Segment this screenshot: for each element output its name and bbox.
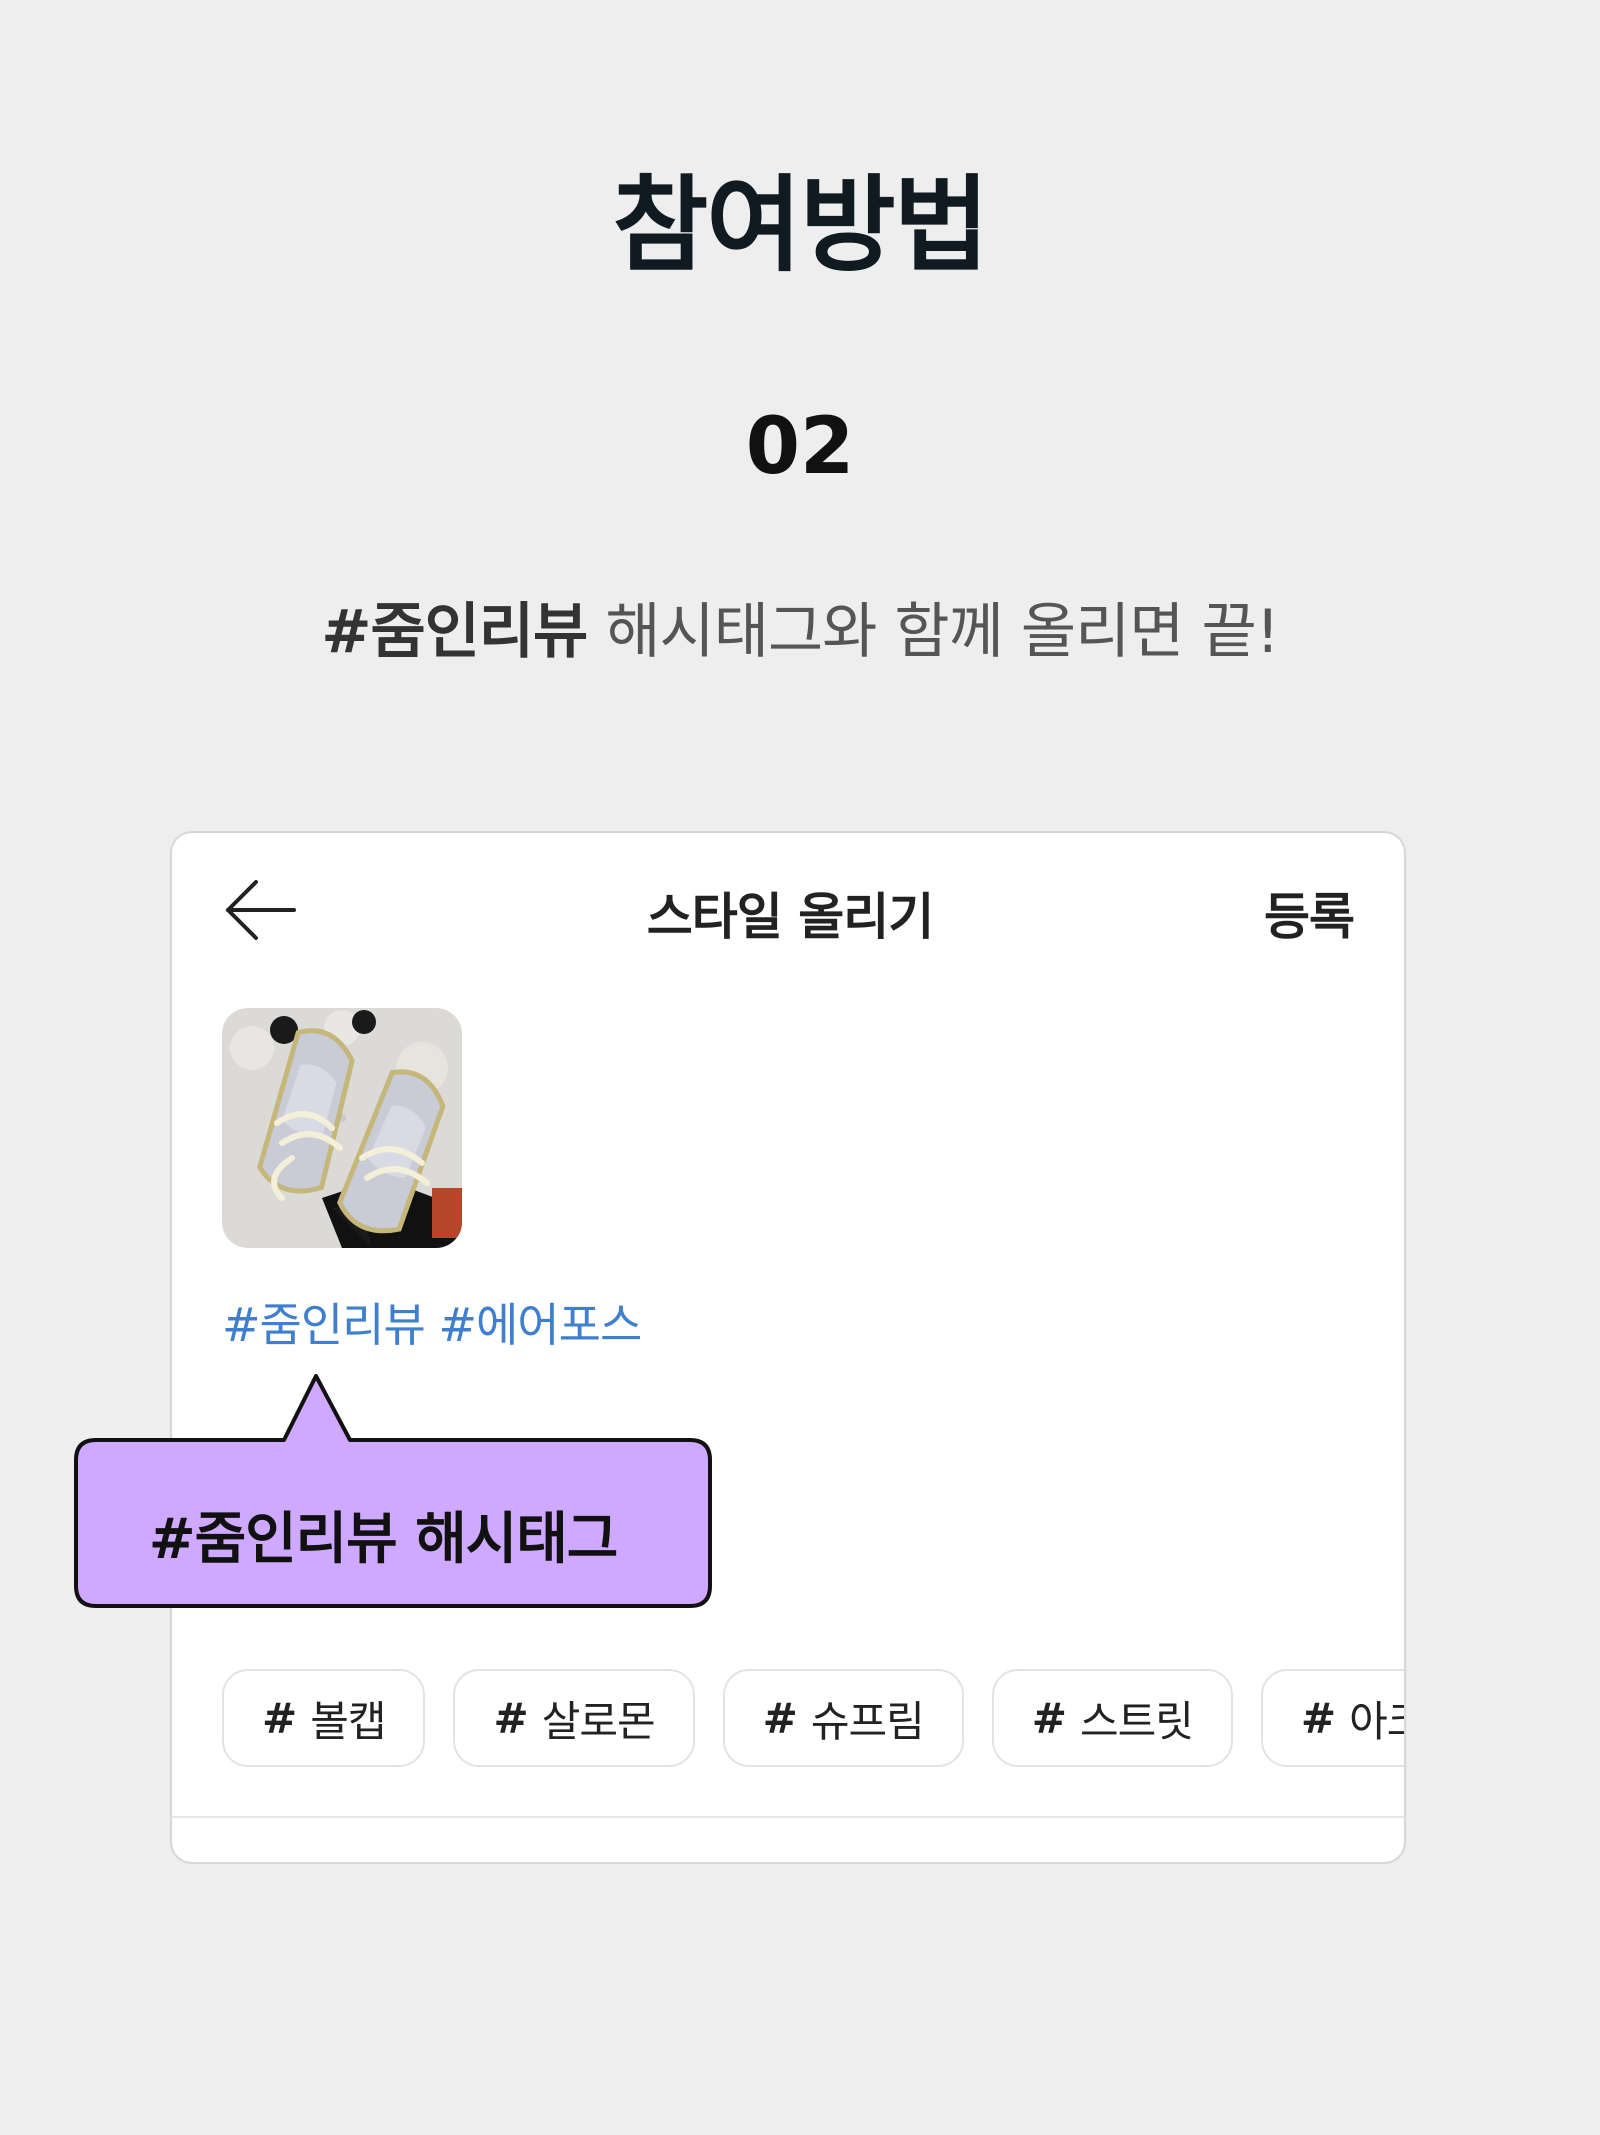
chip-label: 볼캡 <box>310 1696 386 1746</box>
uploaded-photo-thumbnail[interactable] <box>222 1008 462 1248</box>
submit-button[interactable]: 등록 <box>1264 877 1355 949</box>
page-title: 참여방법 <box>612 164 990 286</box>
chip-hash: # <box>1031 1693 1067 1743</box>
caption-hashtags[interactable]: #줌인리뷰 #에어포스 <box>222 1289 642 1355</box>
chip-label: 슈프림 <box>810 1696 925 1746</box>
chip-label: 스트릿 <box>1079 1696 1194 1746</box>
upload-screen-title: 스타일 올리기 <box>646 888 934 946</box>
tag-chip[interactable]: # 아크테 <box>1260 1669 1404 1767</box>
chip-hash: # <box>762 1693 798 1743</box>
bottom-divider <box>172 1816 1404 1818</box>
style-upload-mockup: 스타일 올리기 등록 #줌인리뷰 #에어포스 # 볼캡 # 살로몬 # 슈프림 … <box>170 831 1406 1864</box>
tag-chip[interactable]: # 볼캡 <box>222 1669 426 1767</box>
chip-hash: # <box>493 1693 528 1743</box>
instruction-hashtag: #줌인리뷰 <box>321 597 588 667</box>
chip-hash: # <box>262 1693 297 1743</box>
instruction-body: 해시태그와 함께 올리면 끝! <box>587 597 1279 667</box>
instruction-text: #줌인리뷰 해시태그와 함께 올리면 끝! <box>0 598 1600 667</box>
event-page: 참여방법 02 #줌인리뷰 해시태그와 함께 올리면 끝! 스타일 올리기 등록 <box>0 0 1600 2135</box>
chip-label: 아크테 <box>1349 1696 1404 1746</box>
tag-suggestion-list: # 볼캡 # 살로몬 # 슈프림 # 스트릿 # 아크테 <box>222 1669 1404 1767</box>
hashtag-callout: #줌인리뷰 해시태그 <box>74 1372 712 1610</box>
tag-chip[interactable]: # 슈프림 <box>722 1669 964 1767</box>
tag-chip[interactable]: # 스트릿 <box>991 1669 1233 1767</box>
chip-hash: # <box>1300 1693 1336 1743</box>
tag-chip[interactable]: # 살로몬 <box>453 1669 695 1767</box>
callout-text: #줌인리뷰 해시태그 <box>148 1507 619 1572</box>
step-number: 02 <box>745 402 855 492</box>
chip-label: 살로몬 <box>541 1696 656 1746</box>
sneakers-photo <box>222 1008 462 1248</box>
